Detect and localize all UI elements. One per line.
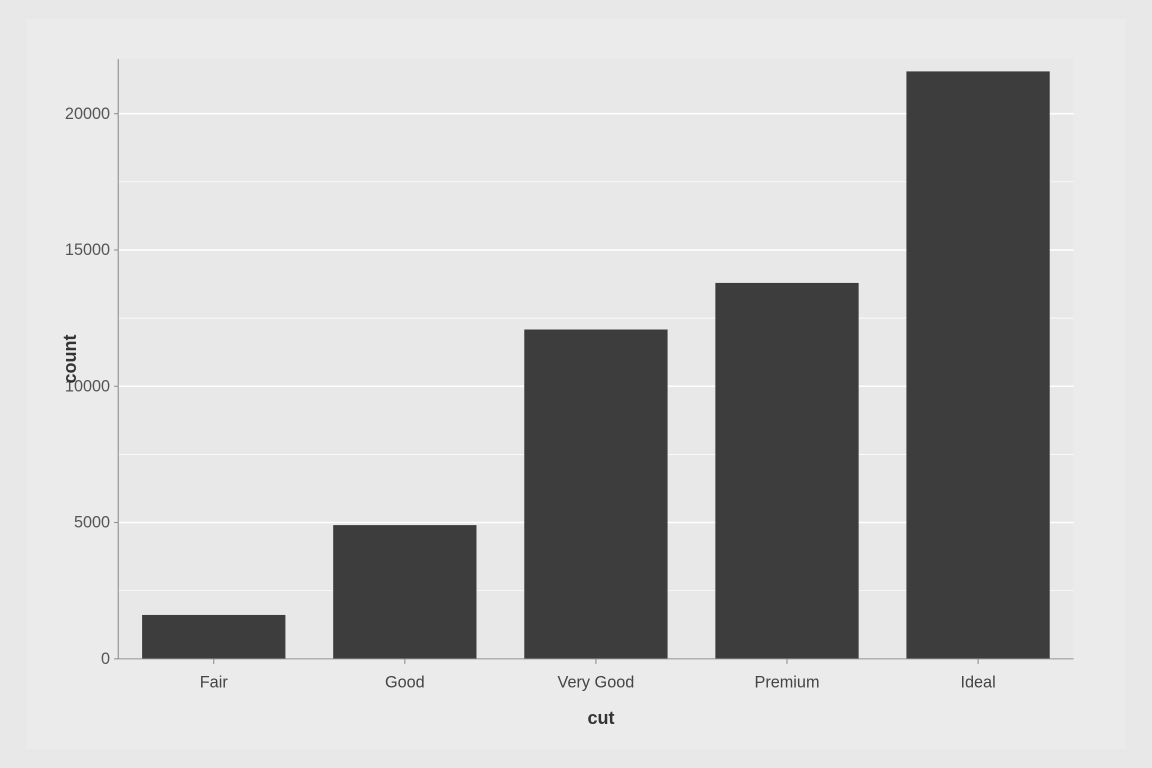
svg-text:Good: Good <box>385 673 425 691</box>
svg-text:15000: 15000 <box>65 241 110 259</box>
chart-svg: 05000100001500020000FairGoodVery GoodPre… <box>106 49 1096 669</box>
svg-text:0: 0 <box>101 650 110 668</box>
svg-text:20000: 20000 <box>65 105 110 123</box>
y-axis-label: count <box>60 335 81 384</box>
svg-text:5000: 5000 <box>74 514 110 532</box>
svg-text:Very Good: Very Good <box>558 673 635 691</box>
chart-area: count 05000100001500020000FairGoodVery G… <box>106 49 1096 669</box>
svg-text:Fair: Fair <box>200 673 229 691</box>
svg-text:Premium: Premium <box>754 673 819 691</box>
x-axis-label: cut <box>588 708 615 729</box>
chart-container: count 05000100001500020000FairGoodVery G… <box>26 19 1126 749</box>
svg-text:Ideal: Ideal <box>960 673 995 691</box>
